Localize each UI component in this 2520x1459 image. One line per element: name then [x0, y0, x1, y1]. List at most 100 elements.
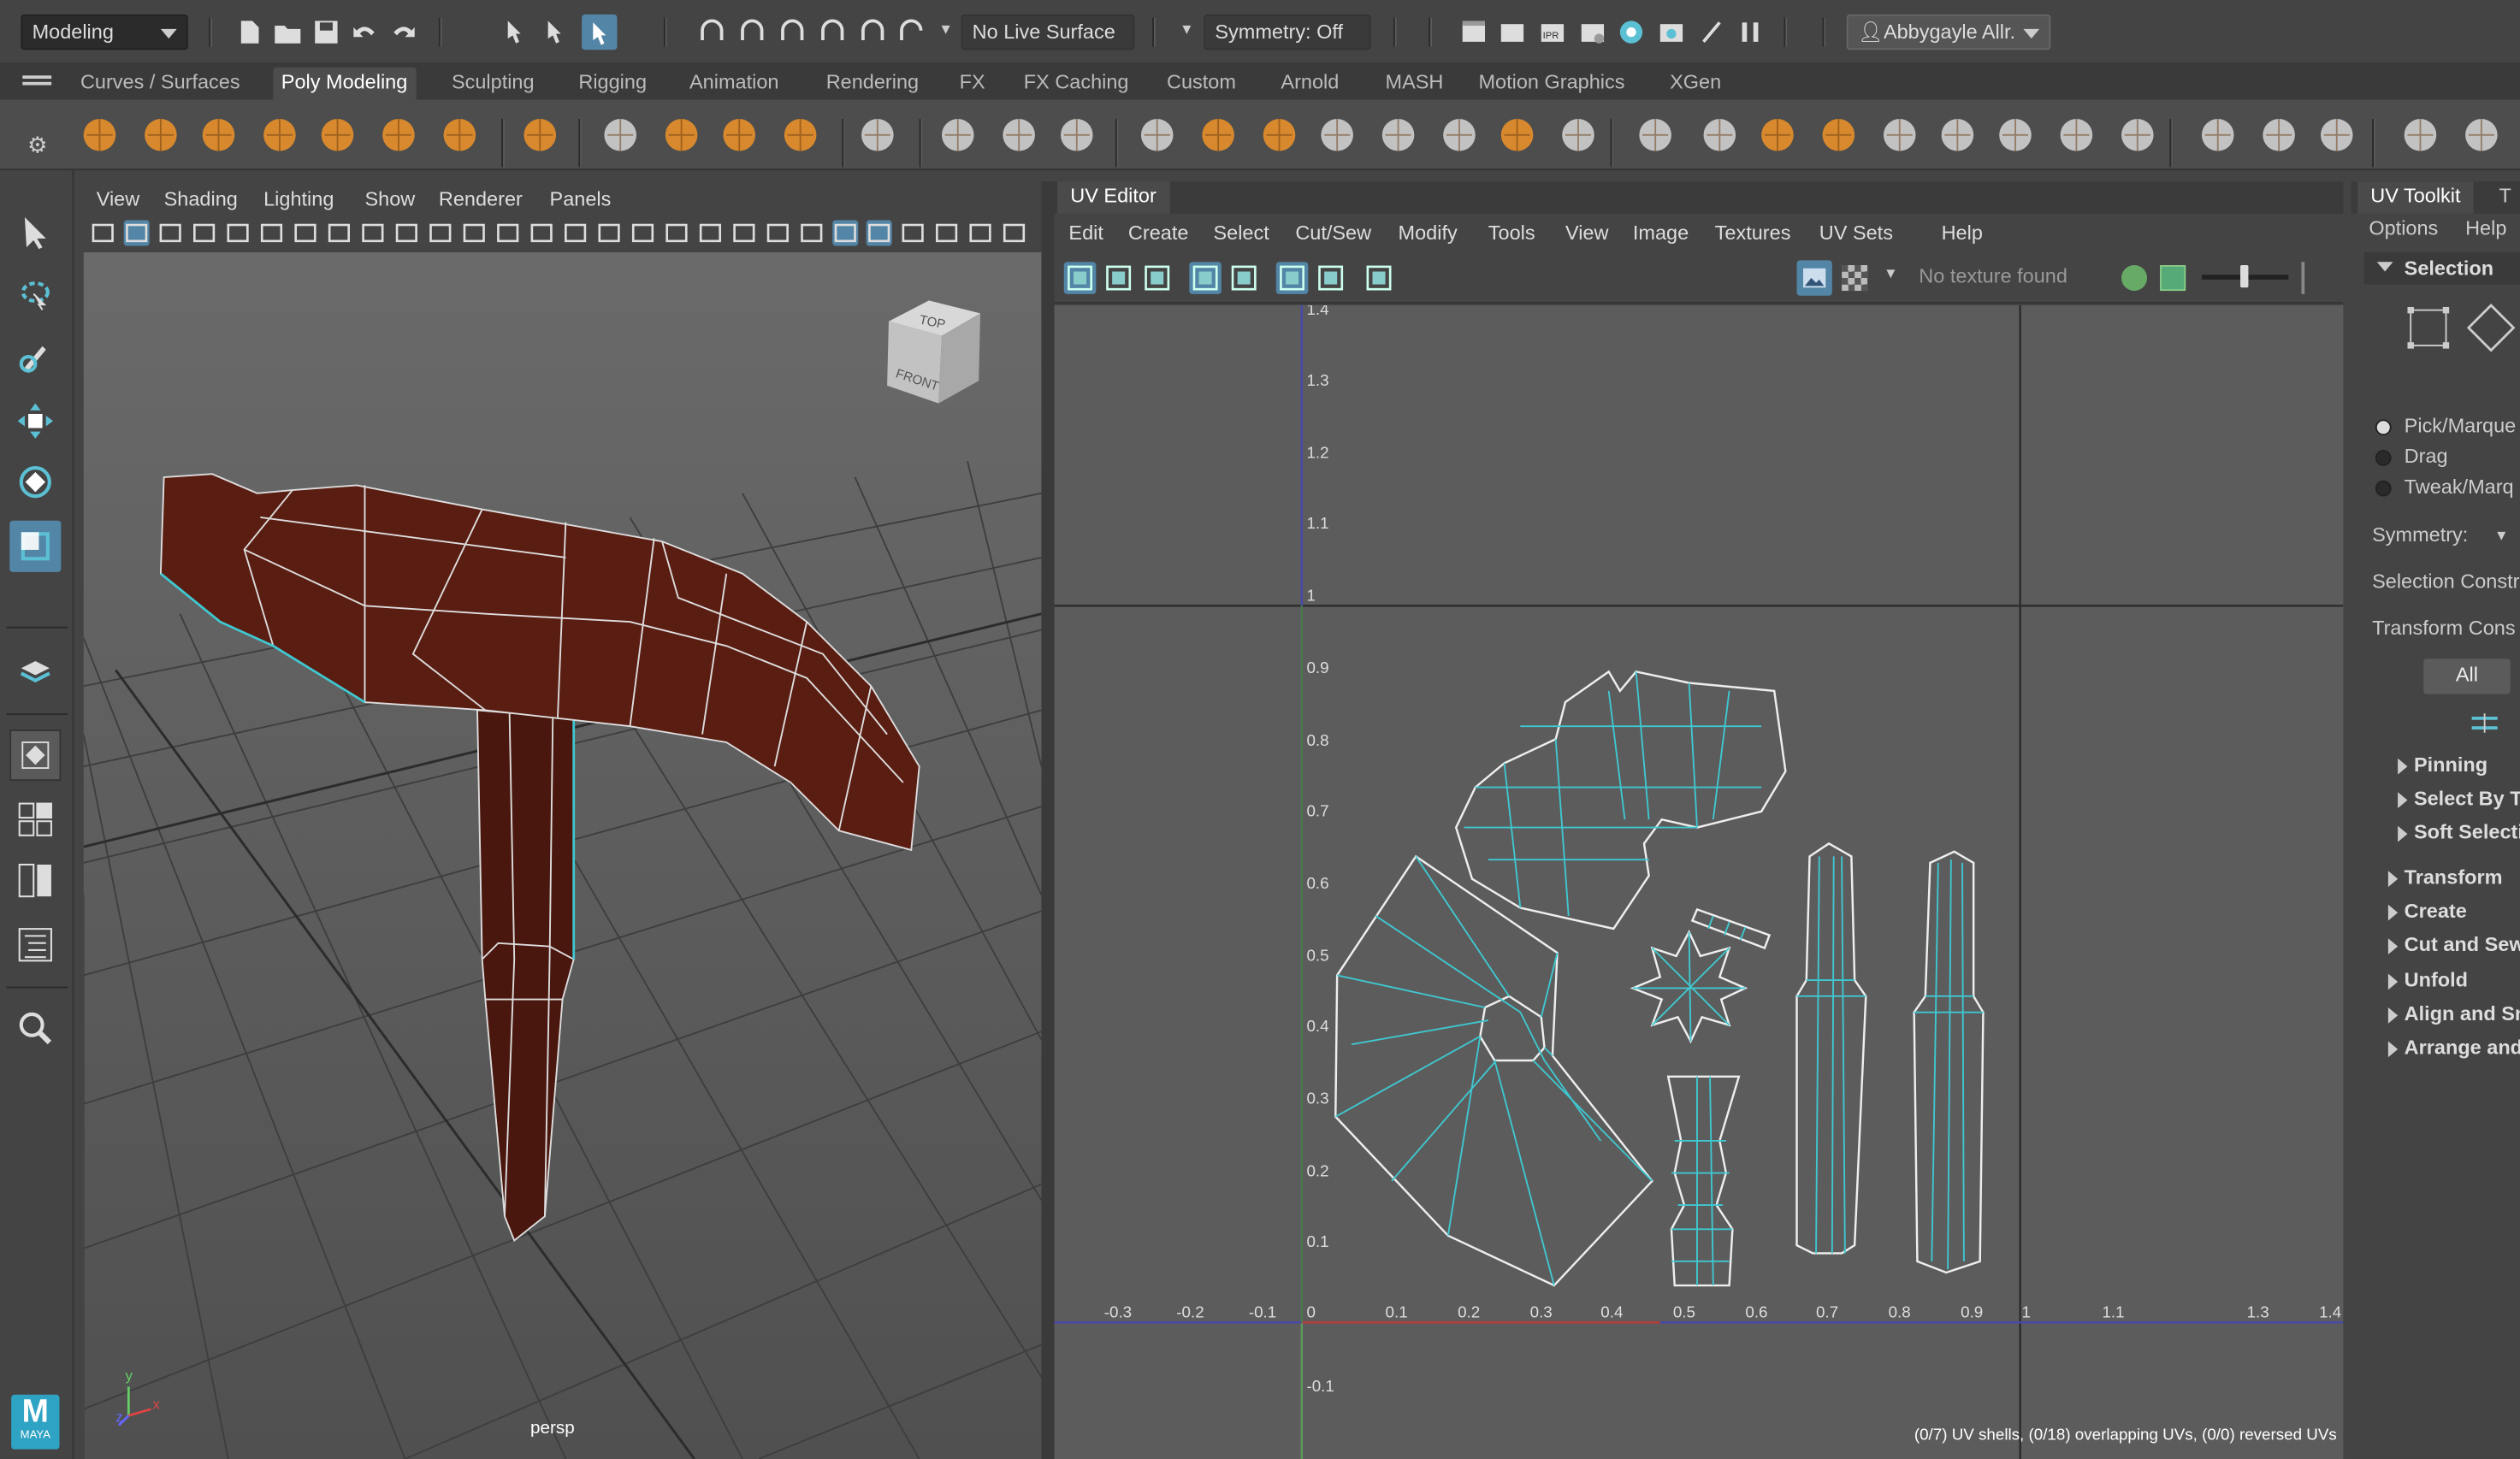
- viewport-tool-4-icon[interactable]: [225, 220, 251, 245]
- view-cube[interactable]: TOP FRONT: [884, 298, 983, 413]
- uv-menu-create[interactable]: Create: [1128, 222, 1189, 244]
- shelf-duplicate-icon[interactable]: [1697, 113, 1742, 158]
- shelf-delete-history-icon[interactable]: [2115, 113, 2161, 158]
- save-scene-icon[interactable]: [311, 18, 340, 47]
- toolkit-help-menu[interactable]: Help: [2465, 217, 2506, 239]
- snap-live-icon[interactable]: [858, 18, 887, 47]
- uv-toolbar-6-icon[interactable]: [1315, 262, 1347, 294]
- uv-toolbar-3-icon[interactable]: [1189, 262, 1222, 294]
- render-setup-icon[interactable]: [1657, 18, 1686, 47]
- four-pane-layout-icon[interactable]: [9, 794, 61, 845]
- shelf-sculpt-icon[interactable]: [2459, 113, 2505, 158]
- uv-toolbar-7-icon[interactable]: [1363, 262, 1395, 294]
- viewport-tool-7-icon[interactable]: [326, 220, 352, 245]
- select-component-icon[interactable]: [582, 14, 618, 50]
- viewport-tool-26-icon[interactable]: [967, 220, 993, 245]
- shelf-tab-fx-caching[interactable]: FX Caching: [1015, 68, 1136, 100]
- pane-splitter[interactable]: [1041, 181, 1055, 1459]
- shelf-settings-icon[interactable]: ⚙: [27, 132, 48, 159]
- shelf-tab-motion-graphics[interactable]: Motion Graphics: [1470, 68, 1633, 100]
- transform-constraint-label[interactable]: Transform Cons: [2372, 617, 2516, 639]
- shelf-target-weld-icon[interactable]: [997, 113, 1042, 158]
- section-transform[interactable]: Transform: [2387, 866, 2503, 889]
- shelf-svg-icon[interactable]: [778, 113, 823, 158]
- viewport-tool-20-icon[interactable]: [765, 220, 790, 245]
- symmetry-caret-icon[interactable]: ▼: [1180, 21, 1194, 37]
- select-object-icon[interactable]: [543, 18, 572, 47]
- user-account-button[interactable]: 👤︎ Abbygayle Allr.: [1846, 14, 2051, 50]
- uv-toolkit-tab[interactable]: UV Toolkit: [2357, 181, 2474, 214]
- shelf-combine-icon[interactable]: [1134, 113, 1180, 158]
- subsection-0[interactable]: Pinning: [2398, 753, 2487, 776]
- shelf-edge-loop-icon[interactable]: [2195, 113, 2240, 158]
- checker-icon[interactable]: [1842, 265, 1868, 292]
- uv-canvas[interactable]: -0.3 -0.2 -0.1 0 0.1 0.2 0.3 0.4 0.5 0.6 0.7 0.8 0.9…: [1054, 304, 2344, 1459]
- uv-menu-cut-sew[interactable]: Cut/Sew: [1295, 222, 1371, 244]
- snap-curve-icon[interactable]: [737, 18, 766, 47]
- shelf-bridge-icon[interactable]: [1375, 113, 1421, 158]
- shelf-poly-cone-icon[interactable]: [257, 113, 303, 158]
- shelf-insert-icon[interactable]: [2257, 113, 2302, 158]
- toolkit-symmetry-caret-icon[interactable]: ▼: [2494, 527, 2509, 543]
- checker-caret-icon[interactable]: ▼: [1884, 265, 1898, 281]
- single-layout-icon[interactable]: [9, 729, 62, 782]
- shelf-merge-icon[interactable]: [1935, 113, 1980, 158]
- shelf-poly-cylinder-icon[interactable]: [196, 113, 241, 158]
- uv-menu-edit[interactable]: Edit: [1068, 222, 1103, 244]
- selection-section-header[interactable]: Selection: [2363, 251, 2520, 285]
- uv-menu-textures[interactable]: Textures: [1715, 222, 1791, 244]
- shelf-poly-disc-icon[interactable]: [437, 113, 482, 158]
- mode-dropdown[interactable]: Modeling: [21, 14, 188, 50]
- ipr-render-icon[interactable]: IPR: [1538, 18, 1567, 47]
- shelf-bevel-icon[interactable]: [1315, 113, 1360, 158]
- shelf-fill-hole-icon[interactable]: [1816, 113, 1861, 158]
- uv-toolbar-4-icon[interactable]: [1227, 262, 1260, 294]
- viewport-tool-8-icon[interactable]: [360, 220, 386, 245]
- snap-menu-caret-icon[interactable]: ▼: [938, 21, 953, 37]
- viewport-menu-lighting[interactable]: Lighting: [263, 188, 334, 210]
- shelf-extrude-icon[interactable]: [1437, 113, 1482, 158]
- shelf-paint-icon[interactable]: [2398, 113, 2443, 158]
- viewport-menu-renderer[interactable]: Renderer: [439, 188, 523, 210]
- pick-option-radio[interactable]: [2375, 480, 2392, 497]
- render-settings-icon[interactable]: [1578, 18, 1607, 47]
- move-tool-icon[interactable]: [9, 395, 61, 446]
- snap-view-plane-icon[interactable]: [818, 18, 847, 47]
- shelf-soft-sel-icon[interactable]: [1877, 113, 1922, 158]
- shelf-separate-icon[interactable]: [1196, 113, 1241, 158]
- subsection-2[interactable]: Soft Selecti: [2398, 821, 2520, 843]
- section-cut-and-sew[interactable]: Cut and Sew: [2387, 934, 2520, 957]
- lasso-tool-icon[interactable]: [9, 270, 61, 322]
- shelf-bool-icon[interactable]: [1494, 113, 1540, 158]
- viewport-tool-5-icon[interactable]: [258, 220, 284, 245]
- hypershade-icon[interactable]: [1617, 18, 1646, 47]
- shelf-tab-fx[interactable]: FX: [951, 68, 993, 100]
- layers-tool-icon[interactable]: [9, 646, 61, 697]
- uv-toolbar-2-icon[interactable]: [1141, 262, 1174, 294]
- pick-option-radio[interactable]: [2375, 419, 2392, 436]
- shelf-sweep-mesh-icon[interactable]: [659, 113, 704, 158]
- shelf-uv-editor-icon[interactable]: [855, 113, 901, 158]
- select-tool-icon[interactable]: [9, 205, 61, 257]
- uv-menu-select[interactable]: Select: [1213, 222, 1269, 244]
- shelf-tab-arnold[interactable]: Arnold: [1273, 68, 1347, 100]
- shelf-platonic-solid-icon[interactable]: [518, 113, 563, 158]
- subsection-1[interactable]: Select By T: [2398, 788, 2520, 810]
- uv-menu-view[interactable]: View: [1565, 222, 1608, 244]
- shelf-smooth-icon[interactable]: [1257, 113, 1302, 158]
- select-hierarchy-icon[interactable]: [503, 18, 532, 47]
- live-surface-field[interactable]: No Live Surface: [961, 14, 1135, 50]
- viewport-tool-16-icon[interactable]: [630, 220, 655, 245]
- shelf-tab-poly-modeling[interactable]: Poly Modeling: [273, 67, 416, 100]
- shelf-poly-plane-icon[interactable]: [376, 113, 422, 158]
- viewport-menu-view[interactable]: View: [97, 188, 139, 210]
- viewport-tool-14-icon[interactable]: [563, 220, 589, 245]
- snap-point-icon[interactable]: [778, 18, 807, 47]
- shelf-tab-animation[interactable]: Animation: [682, 68, 787, 100]
- two-pane-layout-icon[interactable]: [9, 855, 61, 907]
- snap-grid-icon[interactable]: [697, 18, 726, 47]
- new-scene-icon[interactable]: [234, 18, 263, 47]
- viewport-menu-show[interactable]: Show: [364, 188, 415, 210]
- uv-toolbar-0-icon[interactable]: [1063, 262, 1097, 294]
- select-shell-icon[interactable]: [2469, 712, 2501, 734]
